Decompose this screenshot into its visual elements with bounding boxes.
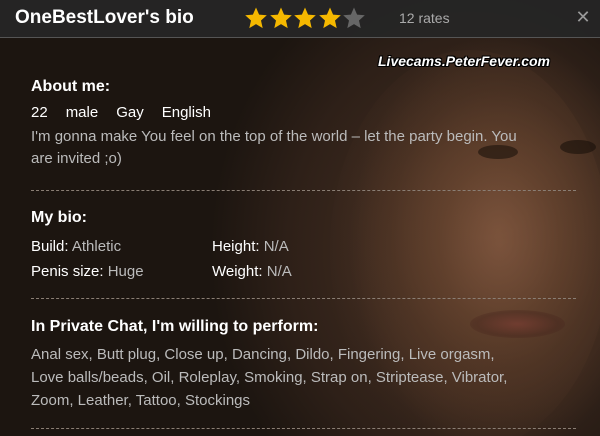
build-value: Athletic	[71, 238, 122, 255]
build-field: Build: Athletic	[31, 237, 121, 257]
rating-stars[interactable]	[244, 6, 367, 30]
star-empty-icon[interactable]	[342, 6, 366, 30]
about-section: About me: 22 male Gay English I'm gonna mak…	[31, 77, 576, 170]
bio-section: My bio:	[31, 208, 576, 228]
divider	[31, 190, 576, 191]
weight-field: Weight: N/A	[212, 262, 292, 282]
star-filled-icon[interactable]	[318, 6, 342, 30]
perform-heading: In Private Chat, I'm willing to perform:	[31, 318, 319, 335]
language-value: English	[161, 104, 211, 121]
divider	[31, 298, 576, 299]
weight-label: Weight:	[212, 263, 263, 280]
star-filled-icon[interactable]	[293, 6, 317, 30]
watermark: Livecams.PeterFever.com	[378, 53, 550, 69]
bio-heading: My bio:	[31, 209, 87, 226]
star-filled-icon[interactable]	[244, 6, 268, 30]
penis-size-value: Huge	[107, 263, 144, 280]
bio-panel: OneBestLover's bio 12 rates ✕ Livecams.P…	[0, 0, 600, 436]
title-bar: OneBestLover's bio 12 rates ✕	[0, 0, 600, 38]
perform-list: Anal sex, Butt plug, Close up, Dancing, …	[31, 346, 508, 409]
rates-count: 12 rates	[399, 10, 450, 26]
height-value: N/A	[263, 238, 289, 255]
height-label: Height:	[212, 238, 260, 255]
about-facts: 22 male Gay English	[31, 102, 576, 124]
divider	[31, 428, 576, 429]
build-label: Build:	[31, 238, 69, 255]
star-filled-icon[interactable]	[269, 6, 293, 30]
age-value: 22	[31, 104, 48, 121]
bio-title: OneBestLover's bio	[15, 7, 194, 28]
orientation-value: Gay	[116, 104, 144, 121]
about-description: I'm gonna make You feel on the top of th…	[31, 128, 517, 167]
perform-section: In Private Chat, I'm willing to perform:…	[31, 317, 576, 412]
height-field: Height: N/A	[212, 237, 289, 257]
penis-size-field: Penis size: Huge	[31, 262, 144, 282]
about-heading: About me:	[31, 78, 111, 95]
penis-size-label: Penis size:	[31, 263, 104, 280]
gender-value: male	[65, 104, 99, 121]
close-icon[interactable]: ✕	[573, 7, 593, 27]
weight-value: N/A	[266, 263, 292, 280]
